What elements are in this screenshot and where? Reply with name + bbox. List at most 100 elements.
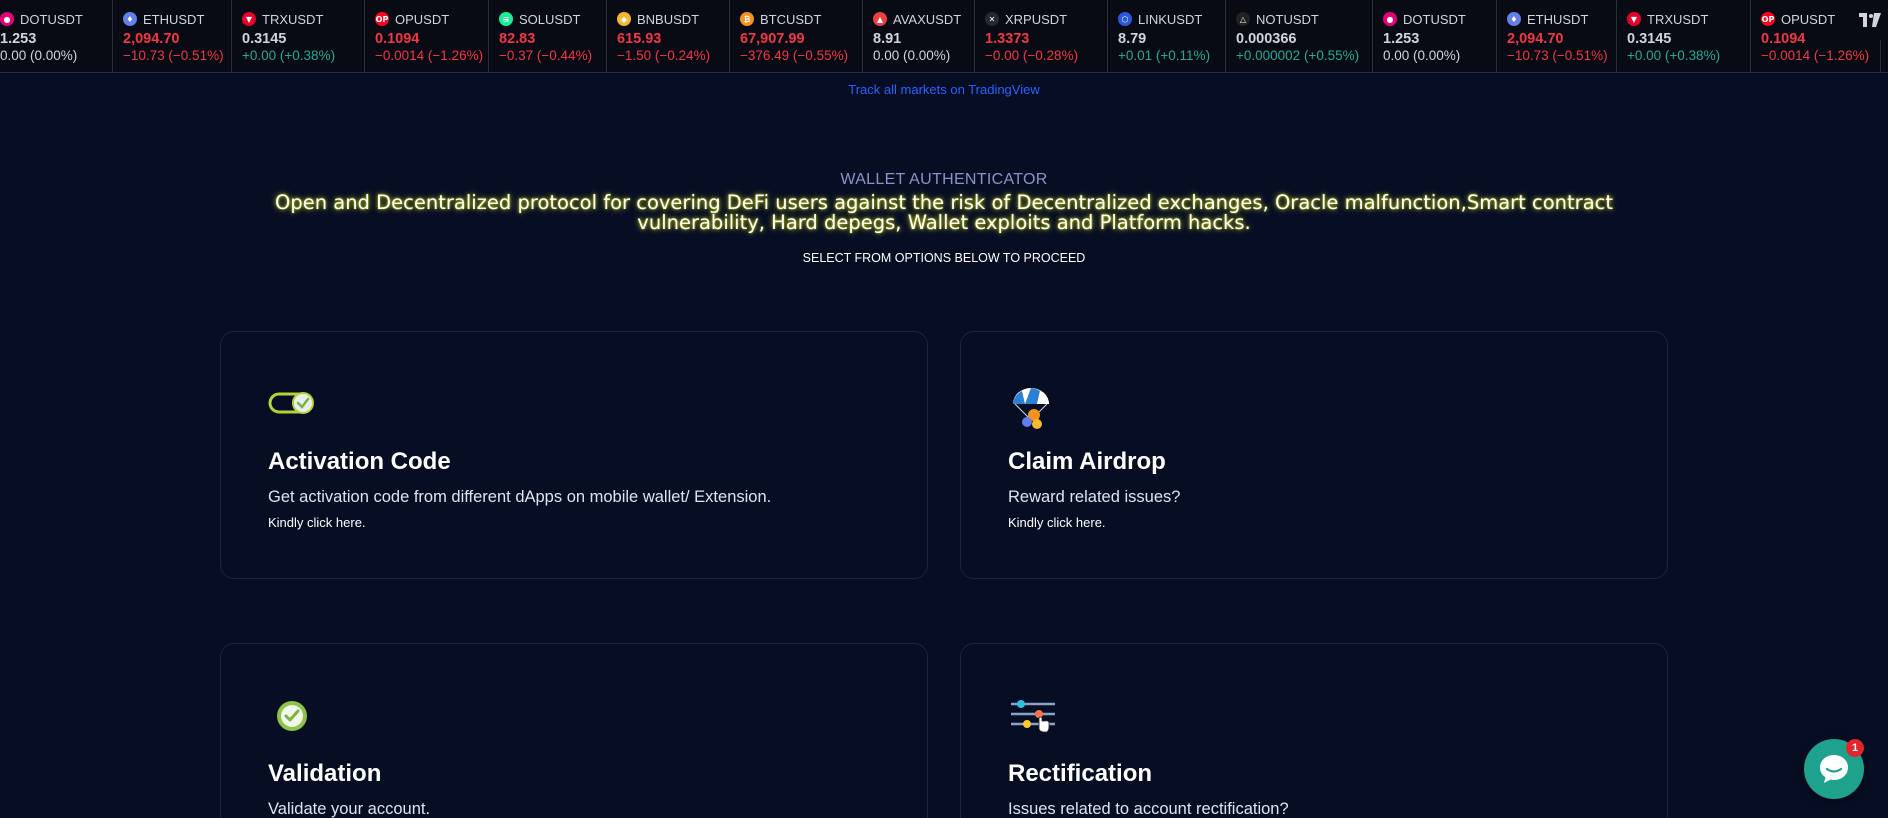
ticker-symbol: SOLUSDT (519, 11, 581, 27)
tradingview-markets-link[interactable]: Track all markets on TradingView (0, 82, 1888, 97)
coin-icon: ♦ (123, 12, 137, 26)
ticker-symbol: TRXUSDT (1647, 11, 1709, 27)
ticker-price: 0.3145 (1627, 31, 1672, 47)
card-link[interactable]: Kindly click here. (268, 515, 366, 530)
coin-icon: ≡ (499, 12, 513, 26)
ticker-change: +0.00 (+0.38%) (1627, 48, 1721, 63)
page-eyebrow: WALLET AUTHENTICATOR (840, 171, 1048, 188)
ticker-price: 1.3373 (985, 31, 1030, 47)
check-circle-icon (276, 700, 326, 744)
ticker-item[interactable]: ₿ BTCUSDT 67,907.99 −376.49 (−0.55%) (730, 0, 863, 72)
ticker-price: 0.3145 (242, 31, 287, 47)
card-title: Validation (268, 760, 382, 787)
chat-notification-badge: 1 (1846, 739, 1864, 757)
ticker-item[interactable]: OP OPUSDT 0.1094 −0.0014 (−1.26%) (365, 0, 489, 72)
card-rectification[interactable]: Rectification Issues related to account … (960, 643, 1668, 818)
card-validation[interactable]: Validation Validate your account. (220, 643, 928, 818)
card-activation-code[interactable]: Activation Code Get activation code from… (220, 331, 928, 579)
card-link[interactable]: Kindly click here. (1008, 515, 1106, 530)
ticker-symbol: DOTUSDT (1403, 11, 1466, 27)
ticker-change: −0.0014 (−1.26%) (375, 48, 484, 63)
ticker-price: 1.253 (0, 31, 37, 47)
coin-icon: OP (375, 12, 389, 26)
card-description: Issues related to account rectification? (1008, 800, 1289, 818)
coin-icon: ● (0, 12, 14, 26)
card-title: Rectification (1008, 760, 1153, 787)
ticker-change: +0.000002 (+0.55%) (1236, 48, 1360, 63)
coin-icon: ▼ (1627, 12, 1641, 26)
ticker-change: −10.73 (−0.51%) (1507, 48, 1608, 63)
ticker-item[interactable]: ● DOTUSDT 1.253 0.00 (0.00%) (1373, 0, 1497, 72)
coin-icon: ♦ (1507, 12, 1521, 26)
toggle-check-icon (268, 384, 318, 428)
ticker-symbol: ETHUSDT (143, 11, 205, 27)
card-description: Reward related issues? (1008, 488, 1181, 506)
ticker-symbol: ETHUSDT (1527, 11, 1589, 27)
card-claim-airdrop[interactable]: Claim Airdrop Reward related issues? Kin… (960, 331, 1668, 579)
ticker-price: 615.93 (617, 31, 662, 47)
ticker-item[interactable]: ▼ TRXUSDT 0.3145 +0.00 (+0.38%) (1617, 0, 1751, 72)
ticker-item[interactable]: ♦ ETHUSDT 2,094.70 −10.73 (−0.51%) (1497, 0, 1617, 72)
ticker-symbol: BNBUSDT (637, 11, 700, 27)
ticker-change: 0.00 (0.00%) (0, 48, 78, 63)
coin-icon: ◆ (617, 12, 631, 26)
tradingview-logo-icon[interactable] (1852, 0, 1888, 40)
coin-icon: ₿ (740, 12, 754, 26)
ticker-symbol: DOTUSDT (20, 11, 83, 27)
card-title: Activation Code (268, 448, 451, 475)
ticker-item[interactable]: ▲ AVAXUSDT 8.91 0.00 (0.00%) (863, 0, 975, 72)
ticker-symbol: TRXUSDT (262, 11, 324, 27)
ticker-change: −0.37 (−0.44%) (499, 48, 593, 63)
ticker-change: −0.0014 (−1.26%) (1761, 48, 1870, 63)
ticker-tape: ● DOTUSDT 1.253 0.00 (0.00%) ♦ ETHUSDT 2,094.7… (0, 0, 1888, 73)
ticker-change: −376.49 (−0.55%) (740, 48, 849, 63)
ticker-price: 82.83 (499, 31, 536, 47)
card-title: Claim Airdrop (1008, 448, 1166, 475)
ticker-symbol: OPUSDT (395, 11, 450, 27)
ticker-item[interactable]: ≡ SOLUSDT 82.83 −0.37 (−0.44%) (489, 0, 607, 72)
ticker-change: +0.00 (+0.38%) (242, 48, 336, 63)
coin-icon: ▲ (873, 12, 887, 26)
page-headline: Open and Decentralized protocol for cove… (274, 191, 1614, 234)
ticker-price: 0.000366 (1236, 31, 1297, 47)
ticker-change: +0.01 (+0.11%) (1118, 48, 1211, 63)
ticker-symbol: LINKUSDT (1138, 11, 1203, 27)
ticker-price: 1.253 (1383, 31, 1420, 47)
ticker-price: 8.91 (873, 31, 902, 47)
sliders-hand-icon (1009, 698, 1059, 742)
ticker-price: 0.1094 (375, 31, 420, 47)
airdrop-parachute-icon (1011, 386, 1061, 430)
ticker-symbol: AVAXUSDT (893, 11, 962, 27)
ticker-symbol: XRPUSDT (1005, 11, 1068, 27)
ticker-symbol: OPUSDT (1781, 11, 1836, 27)
card-description: Get activation code from different dApps… (268, 488, 772, 506)
ticker-item[interactable]: ⬡ LINKUSDT 8.79 +0.01 (+0.11%) (1108, 0, 1226, 72)
coin-icon: ✕ (985, 12, 999, 26)
ticker-price: 67,907.99 (740, 31, 805, 47)
ticker-change: −1.50 (−0.24%) (617, 48, 711, 63)
ticker-symbol: NOTUSDT (1256, 11, 1319, 27)
ticker-item[interactable]: △ NOTUSDT 0.000366 +0.000002 (+0.55%) (1226, 0, 1373, 72)
ticker-item[interactable]: ● DOTUSDT 1.253 0.00 (0.00%) (0, 0, 113, 72)
ticker-change: −10.73 (−0.51%) (123, 48, 224, 63)
ticker-symbol: BTCUSDT (760, 11, 822, 27)
coin-icon: ⬡ (1118, 12, 1132, 26)
ticker-item[interactable]: ▼ TRXUSDT 0.3145 +0.00 (+0.38%) (232, 0, 365, 72)
coin-icon: ▼ (242, 12, 256, 26)
ticker-item[interactable]: ♦ ETHUSDT 2,094.70 −10.73 (−0.51%) (113, 0, 232, 72)
coin-icon: OP (1761, 12, 1775, 26)
ticker-change: −0.00 (−0.28%) (985, 48, 1079, 63)
card-description: Validate your account. (268, 800, 431, 818)
chat-bubble-icon (1820, 755, 1848, 783)
ticker-change: 0.00 (0.00%) (873, 48, 951, 63)
ticker-price: 2,094.70 (1507, 31, 1564, 47)
ticker-item[interactable]: ✕ XRPUSDT 1.3373 −0.00 (−0.28%) (975, 0, 1108, 72)
coin-icon: △ (1236, 12, 1250, 26)
select-instructions: SELECT FROM OPTIONS BELOW TO PROCEED (802, 251, 1086, 265)
ticker-price: 8.79 (1118, 31, 1147, 47)
ticker-change: 0.00 (0.00%) (1383, 48, 1461, 63)
ticker-item[interactable]: ◆ BNBUSDT 615.93 −1.50 (−0.24%) (607, 0, 730, 72)
ticker-price: 2,094.70 (123, 31, 180, 47)
ticker-track: ● DOTUSDT 1.253 0.00 (0.00%) ♦ ETHUSDT 2,094.7… (0, 0, 1881, 72)
coin-icon: ● (1383, 12, 1397, 26)
